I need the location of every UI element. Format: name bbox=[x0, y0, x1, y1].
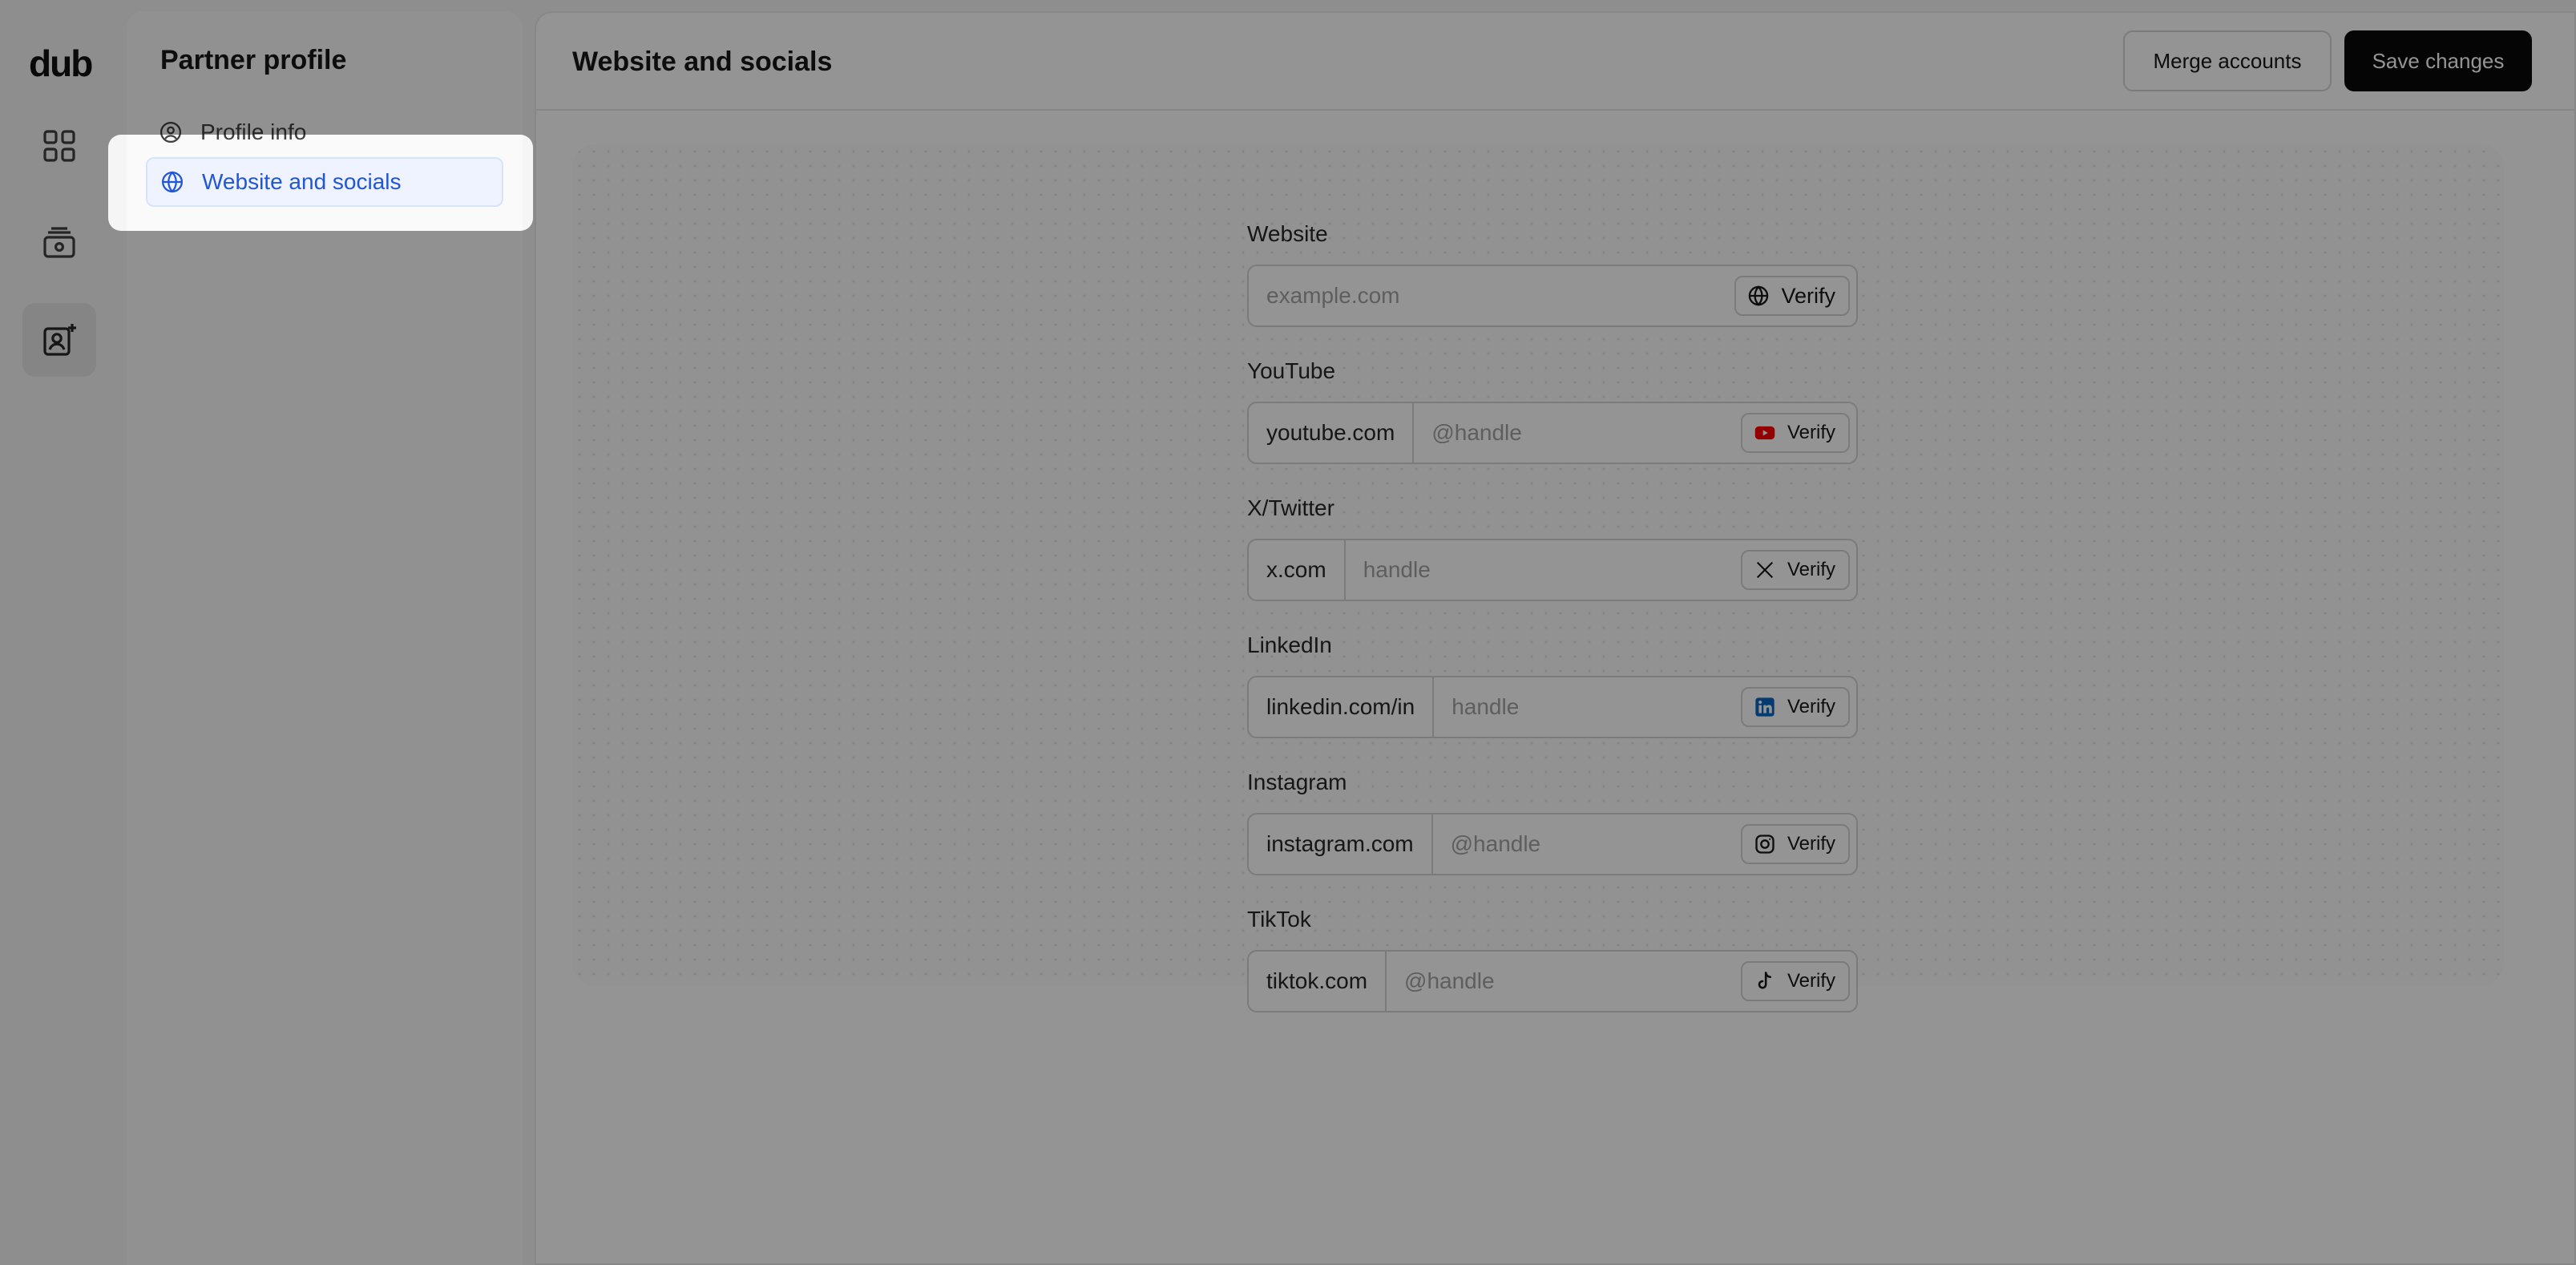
field-label: Instagram bbox=[1247, 770, 1347, 794]
user-circle-icon bbox=[160, 122, 181, 143]
tiktok-verify-button[interactable]: Verify bbox=[1740, 961, 1850, 1001]
rail-payouts-button[interactable] bbox=[22, 207, 96, 281]
website-field: Website Verify bbox=[1247, 218, 1858, 327]
youtube-input-group: youtube.com Verify bbox=[1247, 402, 1858, 464]
partner-profile-icon bbox=[43, 324, 76, 356]
youtube-verify-button[interactable]: Verify bbox=[1740, 413, 1850, 453]
youtube-icon bbox=[1754, 426, 1775, 440]
globe-icon bbox=[162, 171, 183, 193]
settings-sidebar: Partner profile Profile info Website and… bbox=[127, 11, 523, 1265]
sidebar-item-label: Website and socials bbox=[202, 169, 402, 194]
instagram-icon bbox=[1755, 835, 1775, 854]
sidebar-item-label: Profile info bbox=[200, 119, 307, 144]
field-label: TikTok bbox=[1247, 907, 1311, 932]
merge-accounts-button[interactable]: Merge accounts bbox=[2123, 30, 2332, 91]
linkedin-prefix: linkedin.com/in bbox=[1249, 677, 1435, 737]
field-label: X/Twitter bbox=[1247, 495, 1334, 520]
instagram-prefix: instagram.com bbox=[1249, 814, 1433, 874]
field-label: YouTube bbox=[1247, 358, 1336, 383]
youtube-field: YouTube youtube.com Verify bbox=[1247, 355, 1858, 464]
instagram-verify-button[interactable]: Verify bbox=[1740, 824, 1850, 864]
instagram-input-group: instagram.com Verify bbox=[1247, 813, 1858, 875]
dub-logo[interactable]: dub bbox=[29, 42, 93, 85]
tiktok-field: TikTok tiktok.com Verify bbox=[1247, 903, 1858, 1012]
linkedin-icon bbox=[1755, 697, 1775, 717]
verify-label: Verify bbox=[1787, 696, 1835, 717]
sidebar-item-website-and-socials[interactable]: Website and socials bbox=[146, 157, 503, 207]
twitter-field: X/Twitter x.com Verify bbox=[1247, 492, 1858, 601]
verify-label: Verify bbox=[1787, 559, 1835, 580]
verify-label: Verify bbox=[1787, 970, 1835, 992]
linkedin-verify-button[interactable]: Verify bbox=[1740, 687, 1850, 727]
tiktok-input-group: tiktok.com Verify bbox=[1247, 950, 1858, 1012]
instagram-field: Instagram instagram.com Verify bbox=[1247, 766, 1858, 875]
rail-partner-profile-button[interactable] bbox=[22, 303, 96, 377]
field-label: LinkedIn bbox=[1247, 632, 1332, 657]
sidebar-title: Partner profile bbox=[160, 45, 347, 75]
icon-rail: dub bbox=[0, 0, 120, 1265]
twitter-prefix: x.com bbox=[1249, 540, 1346, 600]
tiktok-prefix: tiktok.com bbox=[1249, 952, 1387, 1011]
sidebar-item-profile-info[interactable]: Profile info bbox=[146, 107, 503, 157]
verify-label: Verify bbox=[1787, 422, 1835, 443]
app-window: dub Partner profile Profile info Website… bbox=[0, 0, 2576, 1265]
twitter-input-group: x.com Verify bbox=[1247, 539, 1858, 601]
verify-label: Verify bbox=[1781, 283, 1835, 308]
youtube-prefix: youtube.com bbox=[1249, 403, 1415, 463]
page-header: Website and socials Merge accounts Save … bbox=[536, 13, 2576, 111]
x-logo-icon bbox=[1756, 561, 1774, 579]
twitter-verify-button[interactable]: Verify bbox=[1740, 550, 1850, 590]
website-verify-button[interactable]: Verify bbox=[1734, 276, 1850, 316]
page-title: Website and socials bbox=[572, 46, 833, 77]
payouts-icon bbox=[43, 227, 75, 258]
rail-programs-button[interactable] bbox=[22, 109, 96, 183]
linkedin-field: LinkedIn linkedin.com/in Verify bbox=[1247, 629, 1858, 738]
linkedin-input-group: linkedin.com/in Verify bbox=[1247, 676, 1858, 738]
main-panel: Website and socials Merge accounts Save … bbox=[535, 11, 2576, 1265]
grid-icon bbox=[43, 130, 75, 162]
tiktok-icon bbox=[1758, 972, 1772, 989]
verify-label: Verify bbox=[1787, 833, 1835, 855]
field-label: Website bbox=[1247, 221, 1328, 246]
save-changes-button[interactable]: Save changes bbox=[2344, 30, 2532, 91]
globe-icon bbox=[1749, 285, 1769, 306]
website-input-group: Verify bbox=[1247, 265, 1858, 327]
